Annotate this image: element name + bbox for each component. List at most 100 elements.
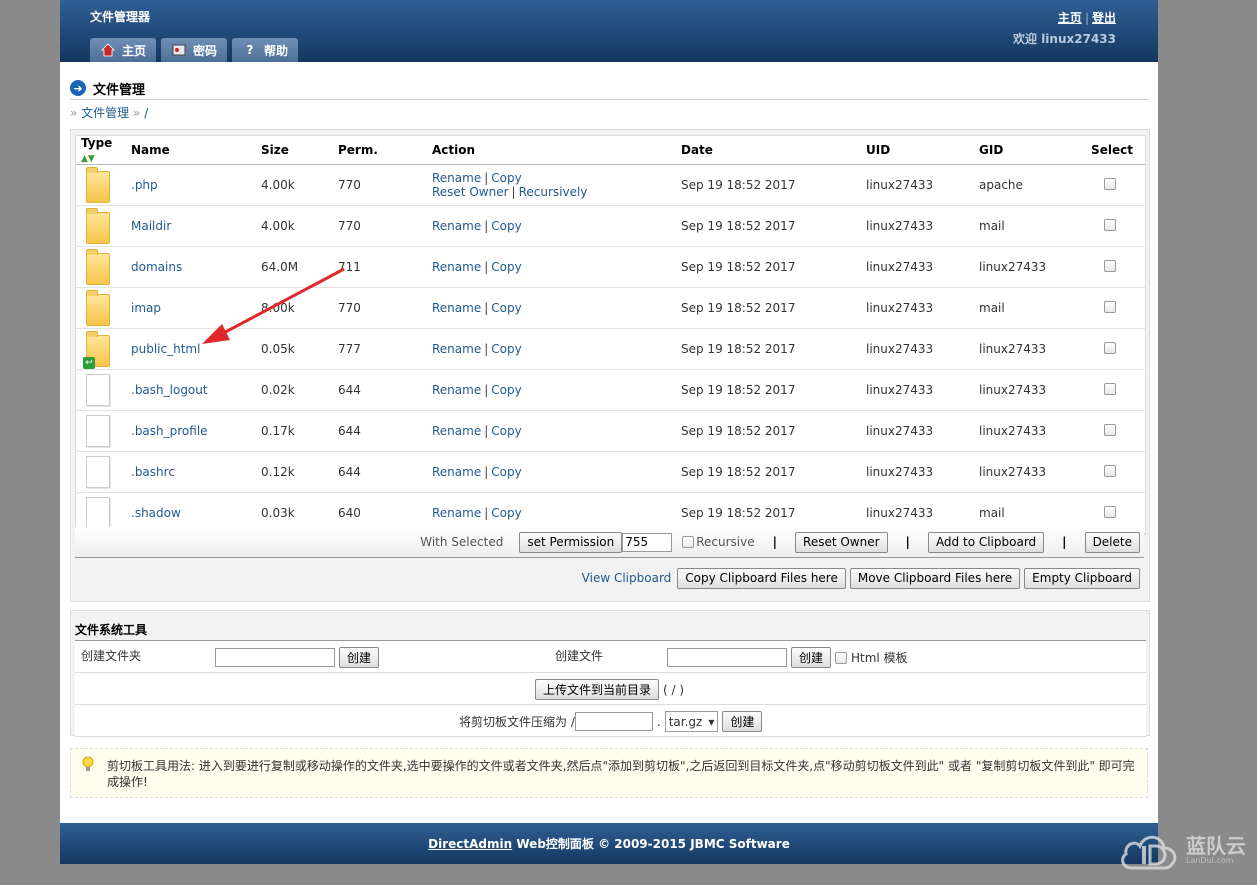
select-checkbox[interactable] — [1103, 177, 1116, 190]
rename-link[interactable]: Rename — [432, 506, 481, 520]
create-folder-button[interactable]: 创建 — [339, 647, 380, 668]
home-icon — [100, 42, 116, 58]
select-checkbox[interactable] — [1103, 300, 1116, 313]
compress-label: 将剪切板文件压缩为 / — [459, 715, 575, 729]
empty-clipboard-button[interactable]: Empty Clipboard — [1024, 567, 1140, 589]
archive-type-select[interactable]: tar.gz ▾ — [664, 711, 719, 732]
rename-link[interactable]: Rename — [432, 383, 481, 397]
copy-link[interactable]: Copy — [491, 342, 521, 356]
file-name-link[interactable]: .shadow — [131, 506, 181, 520]
perm-link[interactable]: 770 — [338, 301, 361, 315]
col-uid[interactable]: UID — [861, 136, 974, 165]
copy-clipboard-button[interactable]: Copy Clipboard Files here — [677, 567, 846, 589]
copy-link[interactable]: Copy — [491, 260, 521, 274]
copy-link[interactable]: Copy — [491, 171, 521, 185]
perm-link[interactable]: 644 — [338, 383, 361, 397]
table-row: .bashrc 0.12k 644 Rename | Copy Sep 19 18:52 2… — [76, 451, 1145, 493]
upload-row: 上传文件到当前目录 ( / ) — [75, 673, 1146, 705]
perm-link[interactable]: 644 — [338, 424, 361, 438]
page-title: 文件管理 — [93, 82, 146, 98]
add-to-clipboard-button[interactable]: Add to Clipboard — [927, 531, 1045, 553]
copy-link[interactable]: Copy — [491, 424, 521, 438]
rename-link[interactable]: Rename — [432, 424, 481, 438]
select-checkbox[interactable] — [1103, 218, 1116, 231]
tab-help[interactable]: ? 帮助 — [232, 38, 299, 62]
file-name-link[interactable]: imap — [131, 301, 161, 315]
file-name-link[interactable]: Maildir — [131, 219, 171, 233]
file-name-link[interactable]: .php — [131, 178, 158, 192]
col-size[interactable]: Size — [256, 136, 333, 165]
rename-link[interactable]: Rename — [432, 219, 481, 233]
copy-link[interactable]: Copy — [491, 465, 521, 479]
select-checkbox[interactable] — [1103, 464, 1116, 477]
select-checkbox[interactable] — [1103, 423, 1116, 436]
copy-link[interactable]: Copy — [491, 219, 521, 233]
perm-link[interactable]: 770 — [338, 219, 361, 233]
user-area: 主页 | 登出 欢迎 linux27433 — [1013, 9, 1116, 47]
folder-name-input[interactable] — [215, 648, 335, 667]
pipe-sep: | — [772, 535, 778, 549]
select-cell — [1074, 328, 1145, 370]
rename-link[interactable]: Rename — [432, 465, 481, 479]
file-name-link[interactable]: .bash_logout — [131, 383, 208, 397]
col-name[interactable]: Name — [126, 136, 256, 165]
file-name-link[interactable]: .bash_profile — [131, 424, 208, 438]
archive-name-input[interactable] — [574, 712, 653, 731]
date-cell: Sep 19 18:52 2017 — [676, 287, 861, 329]
recursively-link[interactable]: Recursively — [519, 185, 588, 199]
copy-link[interactable]: Copy — [491, 301, 521, 315]
col-perm[interactable]: Perm. — [333, 136, 427, 165]
recursive-checkbox[interactable] — [682, 536, 695, 548]
html-template-checkbox[interactable] — [835, 651, 848, 664]
tab-home[interactable]: 主页 — [90, 38, 157, 62]
rename-link[interactable]: Rename — [432, 342, 481, 356]
rename-link[interactable]: Rename — [432, 301, 481, 315]
copy-link[interactable]: Copy — [491, 506, 521, 520]
reset-owner-link[interactable]: Reset Owner — [432, 185, 509, 199]
reset-owner-button[interactable]: Reset Owner — [795, 531, 888, 553]
home-link[interactable]: 主页 — [1058, 11, 1082, 25]
breadcrumb-file-manager[interactable]: 文件管理 — [81, 106, 129, 120]
size-cell: 0.02k — [256, 369, 333, 411]
copy-link[interactable]: Copy — [491, 383, 521, 397]
gid-cell: linux27433 — [974, 328, 1074, 370]
breadcrumb-root[interactable]: / — [144, 106, 148, 120]
perm-link[interactable]: 711 — [338, 260, 361, 274]
table-row: ↩ public_html 0.05k 777 Rename | Copy Sep 19 18… — [76, 328, 1145, 370]
create-file-label: 创建文件 — [555, 649, 604, 663]
action-sep: | — [484, 219, 489, 233]
file-name-link[interactable]: .bashrc — [131, 465, 175, 479]
compress-button[interactable]: 创建 — [722, 711, 763, 732]
perm-link[interactable]: 777 — [338, 342, 361, 356]
col-gid[interactable]: GID — [974, 136, 1074, 165]
col-type[interactable]: Type ▲▼ — [76, 136, 126, 165]
select-checkbox[interactable] — [1103, 382, 1116, 395]
file-name-link[interactable]: domains — [131, 260, 182, 274]
delete-button[interactable]: Delete — [1084, 531, 1140, 553]
table-row: .bash_profile 0.17k 644 Rename | Copy Sep 19 1… — [76, 410, 1145, 452]
rename-link[interactable]: Rename — [432, 171, 481, 185]
select-checkbox[interactable] — [1103, 341, 1116, 354]
select-checkbox[interactable] — [1103, 505, 1116, 518]
rename-link[interactable]: Rename — [432, 260, 481, 274]
tab-password[interactable]: 密码 — [161, 38, 228, 62]
action-sep: | — [484, 342, 489, 356]
perm-link[interactable]: 640 — [338, 506, 361, 520]
move-clipboard-button[interactable]: Move Clipboard Files here — [849, 567, 1021, 589]
view-clipboard-link[interactable]: View Clipboard — [582, 571, 672, 585]
perm-link[interactable]: 644 — [338, 465, 361, 479]
directadmin-link[interactable]: DirectAdmin — [428, 837, 512, 851]
perm-cell: 644 — [333, 451, 427, 493]
breadcrumb: » 文件管理 » / — [70, 104, 148, 121]
set-permission-button[interactable]: set Permission — [519, 531, 623, 553]
upload-button[interactable]: 上传文件到当前目录 — [535, 679, 660, 700]
permission-input[interactable] — [622, 532, 673, 552]
file-name-input[interactable] — [667, 648, 787, 667]
file-name-link[interactable]: public_html — [131, 342, 200, 356]
create-file-button[interactable]: 创建 — [791, 647, 832, 668]
select-cell — [1074, 369, 1145, 411]
logout-link[interactable]: 登出 — [1092, 11, 1116, 25]
col-date[interactable]: Date — [676, 136, 861, 165]
select-checkbox[interactable] — [1103, 259, 1116, 272]
perm-link[interactable]: 770 — [338, 178, 361, 192]
